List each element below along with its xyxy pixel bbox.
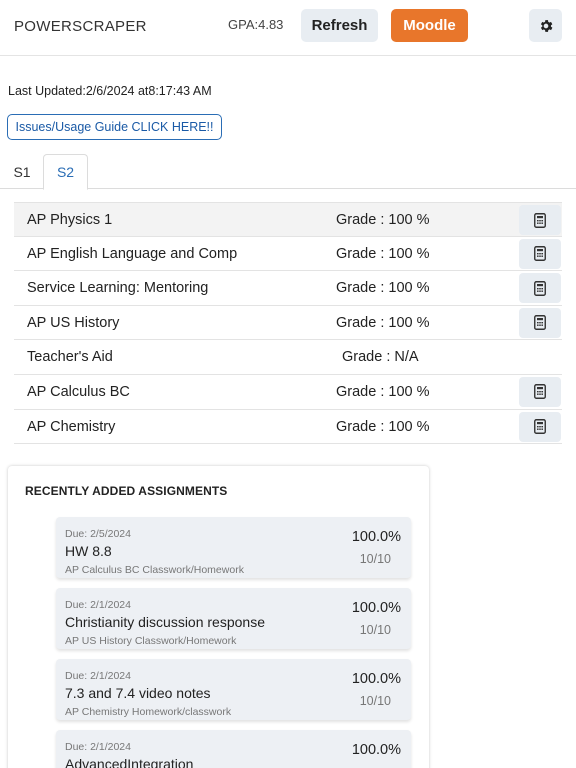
calculator-icon: [534, 419, 546, 435]
recent-assignments-panel: RECENTLY ADDED ASSIGNMENTS Due: 2/5/2024…: [8, 466, 429, 768]
assignment-class: AP Calculus BC Classwork/Homework: [65, 564, 244, 576]
assignment-due: Due: 2/1/2024: [65, 599, 131, 611]
assignment-percent: 100.0%: [351, 671, 401, 687]
assignment-card[interactable]: Due: 2/1/2024 AdvancedIntegration 100.0%: [56, 730, 411, 768]
refresh-button[interactable]: Refresh: [301, 9, 378, 42]
grade-calculator-button[interactable]: [519, 238, 561, 269]
assignment-due: Due: 2/1/2024: [65, 741, 131, 753]
grade-calculator-button[interactable]: [519, 376, 561, 407]
assignment-class: AP Chemistry Homework/classwork: [65, 706, 232, 718]
class-row[interactable]: AP Chemistry Grade : 100 %: [14, 410, 562, 445]
class-list: AP Physics 1 Grade : 100 % AP English La…: [14, 202, 562, 445]
assignment-due: Due: 2/1/2024: [65, 670, 131, 682]
last-updated-text: Last Updated:2/6/2024 at8:17:43 AM: [8, 84, 212, 98]
usage-guide-button[interactable]: Issues/Usage Guide CLICK HERE!!: [7, 114, 222, 140]
calculator-icon: [534, 280, 546, 296]
class-name: AP Calculus BC: [27, 383, 130, 400]
calculator-icon: [534, 384, 546, 400]
semester-tabs: S1 S2: [0, 154, 576, 190]
class-name: AP Physics 1: [27, 212, 113, 228]
class-row[interactable]: AP Physics 1 Grade : 100 %: [14, 202, 562, 237]
tab-s1[interactable]: S1: [4, 154, 40, 189]
assignment-card[interactable]: Due: 2/1/2024 7.3 and 7.4 video notes AP…: [56, 659, 411, 720]
assignment-percent: 100.0%: [351, 742, 401, 758]
assignment-name: HW 8.8: [65, 543, 112, 559]
assignment-card[interactable]: Due: 2/1/2024 Christianity discussion re…: [56, 588, 411, 649]
calculator-icon: [534, 315, 546, 331]
recent-assignments-title: RECENTLY ADDED ASSIGNMENTS: [25, 484, 228, 498]
assignment-name: 7.3 and 7.4 video notes: [65, 685, 211, 701]
class-grade: Grade : 100 %: [336, 245, 430, 262]
settings-button[interactable]: [529, 9, 562, 42]
class-name: AP Chemistry: [27, 418, 116, 435]
assignment-due: Due: 2/5/2024: [65, 528, 131, 540]
top-bar: POWERSCRAPER GPA:4.83 Refresh Moodle: [0, 0, 576, 56]
assignment-class: AP US History Classwork/Homework: [65, 635, 237, 647]
class-grade: Grade : 100 %: [336, 418, 430, 435]
assignment-points: 10/10: [359, 552, 391, 566]
assignment-card[interactable]: Due: 2/5/2024 HW 8.8 AP Calculus BC Clas…: [56, 517, 411, 578]
grade-calculator-button[interactable]: [519, 273, 561, 304]
class-row[interactable]: AP English Language and Comp Grade : 100…: [14, 237, 562, 272]
assignment-points: 10/10: [359, 623, 391, 637]
assignment-percent: 100.0%: [351, 529, 401, 545]
class-grade: Grade : 100 %: [336, 383, 430, 400]
class-grade: Grade : N/A: [342, 349, 419, 366]
class-name: AP US History: [27, 314, 120, 331]
gear-icon: [540, 19, 552, 32]
grade-calculator-button[interactable]: [519, 307, 561, 338]
class-row[interactable]: AP US History Grade : 100 %: [14, 306, 562, 341]
grade-calculator-button[interactable]: [519, 205, 561, 235]
class-grade: Grade : 100 %: [336, 314, 430, 331]
class-row[interactable]: AP Calculus BC Grade : 100 %: [14, 375, 562, 410]
class-name: Teacher's Aid: [27, 349, 113, 366]
app-title: POWERSCRAPER: [14, 18, 147, 35]
class-row[interactable]: Teacher's Aid Grade : N/A: [14, 340, 562, 375]
class-grade: Grade : 100 %: [336, 212, 430, 228]
calculator-icon: [534, 246, 546, 262]
grade-calculator-button[interactable]: [519, 411, 561, 442]
calculator-icon: [534, 212, 546, 228]
assignment-name: AdvancedIntegration: [65, 756, 194, 768]
assignment-percent: 100.0%: [351, 600, 401, 616]
class-row[interactable]: Service Learning: Mentoring Grade : 100 …: [14, 271, 562, 306]
gpa-display: GPA:4.83: [228, 17, 284, 32]
class-name: AP English Language and Comp: [27, 245, 238, 262]
class-name: Service Learning: Mentoring: [27, 280, 209, 297]
tab-s2[interactable]: S2: [43, 154, 88, 190]
class-grade: Grade : 100 %: [336, 280, 430, 297]
assignment-points: 10/10: [359, 694, 391, 708]
moodle-button[interactable]: Moodle: [391, 9, 468, 42]
assignment-name: Christianity discussion response: [65, 614, 265, 630]
